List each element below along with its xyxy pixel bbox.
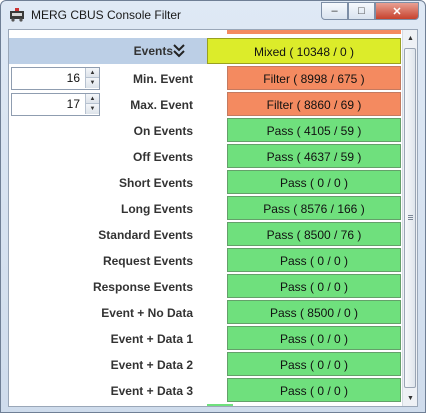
- grip-icon: [408, 215, 413, 221]
- window-controls: – □ ✕: [321, 2, 419, 20]
- filter-status-button[interactable]: Pass ( 0 / 0 ): [227, 248, 401, 272]
- console-filter-window: MERG CBUS Console Filter – □ ✕ Events Mi…: [0, 0, 426, 413]
- title-bar[interactable]: MERG CBUS Console Filter – □ ✕: [1, 1, 425, 29]
- app-icon: [10, 8, 24, 22]
- filter-row: Off Events Pass ( 4637 / 59 ): [9, 144, 401, 170]
- filter-row-label: Standard Events: [98, 228, 193, 242]
- filter-row: Event + No Data Pass ( 8500 / 0 ): [9, 300, 401, 326]
- filter-row-label: Event + Data 2: [110, 358, 193, 372]
- filter-row-label: Short Events: [118, 176, 193, 190]
- spinner-label: Min. Event: [132, 72, 193, 86]
- close-button[interactable]: ✕: [375, 2, 419, 20]
- spinner-label: Max. Event: [130, 98, 193, 112]
- filter-status-button[interactable]: Pass ( 8576 / 166 ): [227, 196, 401, 220]
- double-chevron-down-icon[interactable]: [172, 42, 186, 58]
- events-status-button[interactable]: Mixed ( 10348 / 0 ): [207, 38, 401, 64]
- filter-row-label: On Events: [133, 124, 193, 138]
- filter-row: Event + Data 2 Pass ( 0 / 0 ): [9, 352, 401, 378]
- filter-row: Event + Data 1 Pass ( 0 / 0 ): [9, 326, 401, 352]
- minimize-button[interactable]: –: [321, 2, 348, 20]
- filter-status-button[interactable]: Pass ( 0 / 0 ): [227, 274, 401, 298]
- filter-status-button[interactable]: Pass ( 4637 / 59 ): [227, 144, 401, 168]
- filter-status-button[interactable]: Filter ( 8998 / 675 ): [227, 66, 401, 90]
- window-title: MERG CBUS Console Filter: [31, 8, 182, 22]
- scroll-down-button[interactable]: ▼: [403, 390, 417, 406]
- scrollbar-thumb[interactable]: [404, 48, 416, 388]
- filter-row-label: Event + Data 1: [110, 332, 193, 346]
- filter-row: Request Events Pass ( 0 / 0 ): [9, 248, 401, 274]
- filter-row: Response Events Pass ( 0 / 0 ): [9, 274, 401, 300]
- filter-row-label: Event + No Data: [101, 306, 193, 320]
- events-header-row[interactable]: Events Mixed ( 10348 / 0 ): [9, 38, 401, 64]
- filter-row: On Events Pass ( 4105 / 59 ): [9, 118, 401, 144]
- filter-row-label: Response Events: [92, 280, 193, 294]
- events-header-label: Events: [133, 44, 173, 58]
- filter-row-label: Long Events: [120, 202, 193, 216]
- filter-status-button[interactable]: Pass ( 4105 / 59 ): [227, 118, 401, 142]
- filter-status-button[interactable]: Pass ( 8500 / 76 ): [227, 222, 401, 246]
- filter-row-label: Event + Data 3: [110, 384, 193, 398]
- vertical-scrollbar[interactable]: ▲ ▼: [402, 30, 417, 406]
- filter-row-label: Request Events: [102, 254, 193, 268]
- filter-row-label: Off Events: [132, 150, 193, 164]
- filter-status-button[interactable]: Pass ( 0 / 0 ): [227, 170, 401, 194]
- filter-status-button[interactable]: Pass ( 0 / 0 ): [227, 352, 401, 376]
- spinner-row: 16 ▲ ▼ Min. Event Filter ( 8998 / 675 ): [9, 66, 401, 92]
- filter-row: Standard Events Pass ( 8500 / 76 ): [9, 222, 401, 248]
- filter-status-button[interactable]: Pass ( 0 / 0 ): [227, 326, 401, 350]
- maximize-button[interactable]: □: [348, 2, 375, 20]
- filter-row: Short Events Pass ( 0 / 0 ): [9, 170, 401, 196]
- spinner-row: 17 ▲ ▼ Max. Event Filter ( 8860 / 69 ): [9, 92, 401, 118]
- filter-row: Event + Data 3 Pass ( 0 / 0 ): [9, 378, 401, 404]
- filter-row: Long Events Pass ( 8576 / 166 ): [9, 196, 401, 222]
- filter-status-button[interactable]: Filter ( 8860 / 69 ): [227, 92, 401, 116]
- next-row-status-sliver: [207, 404, 233, 406]
- filter-panel: Events Mixed ( 10348 / 0 ) 16 ▲ ▼ Min. Even…: [8, 29, 418, 407]
- filter-status-button[interactable]: Pass ( 0 / 0 ): [227, 378, 401, 402]
- previous-row-status-sliver: [227, 30, 401, 34]
- scroll-up-button[interactable]: ▲: [403, 30, 417, 46]
- filter-status-button[interactable]: Pass ( 8500 / 0 ): [227, 300, 401, 324]
